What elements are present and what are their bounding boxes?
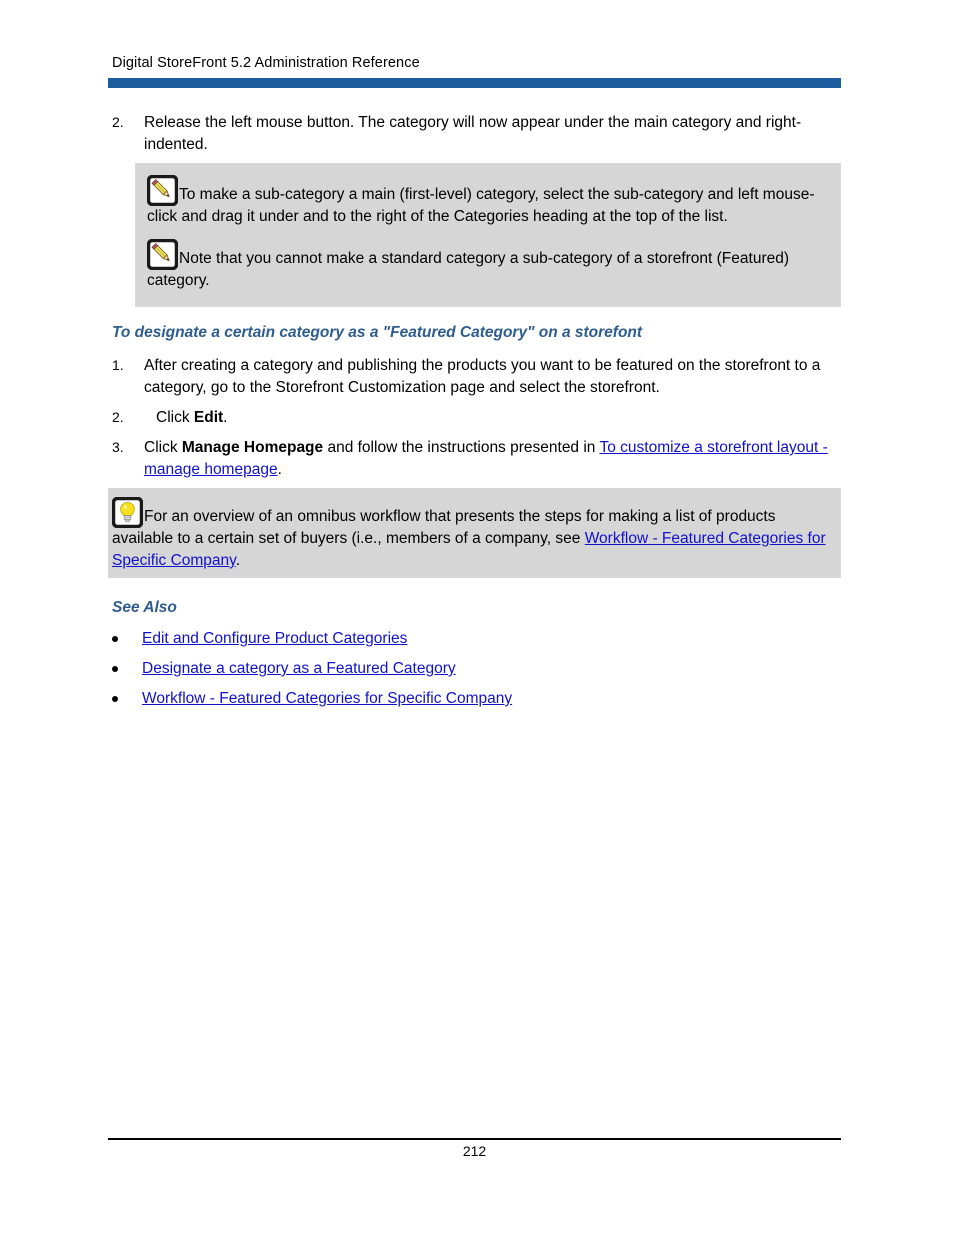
list-item: 3. Click Manage Homepage and follow the … <box>112 437 842 480</box>
step3-text-after: and follow the instructions presented in <box>323 439 600 456</box>
note-text-2: Note that you cannot make a standard cat… <box>147 250 790 289</box>
bullet-dot-icon <box>112 636 118 642</box>
list-item: Designate a category as a Featured Categ… <box>112 659 832 679</box>
list-marker: 3. <box>112 439 124 455</box>
see-also-link[interactable]: Edit and Configure Product Categories <box>142 629 407 649</box>
tip-tail: . <box>235 552 241 569</box>
list-item: 2. Click Edit. <box>112 407 842 429</box>
list-text: Click Edit. <box>144 407 842 429</box>
list-text: Click Manage Homepage and follow the ins… <box>144 437 842 480</box>
header-rule <box>108 78 841 88</box>
running-header-title: Digital StoreFront 5.2 Administration Re… <box>112 55 420 71</box>
note-text-1: To make a sub-category a main (first-lev… <box>147 186 815 225</box>
see-also-link[interactable]: Workflow - Featured Categories for Speci… <box>142 689 512 709</box>
list-item: Workflow - Featured Categories for Speci… <box>112 689 832 709</box>
bullet-dot-icon <box>112 696 118 702</box>
tip-paragraph: For an overview of an omnibus workflow t… <box>112 497 827 572</box>
list-marker: 1. <box>112 357 124 373</box>
list-item: 2. Release the left mouse button. The ca… <box>112 112 842 155</box>
document-page: Digital StoreFront 5.2 Administration Re… <box>0 0 954 1235</box>
note-pencil-icon <box>147 175 178 206</box>
note-paragraph-1: To make a sub-category a main (first-lev… <box>147 175 827 228</box>
note-paragraph-2: Note that you cannot make a standard cat… <box>147 239 827 292</box>
see-also-link[interactable]: Designate a category as a Featured Categ… <box>142 659 456 679</box>
note-pencil-icon <box>147 239 178 270</box>
lightbulb-tip-icon <box>112 497 143 528</box>
step3-text-before: Click <box>144 439 182 456</box>
step2-text-before: Click <box>156 409 194 426</box>
list-marker: 2. <box>112 114 124 130</box>
footer-rule <box>108 1138 841 1140</box>
tip-callout-box: For an overview of an omnibus workflow t… <box>108 488 841 578</box>
note-callout-box: To make a sub-category a main (first-lev… <box>135 163 841 307</box>
list-text: Release the left mouse button. The categ… <box>144 114 802 153</box>
step2-bold-term: Edit <box>193 409 224 426</box>
step3-tail: . <box>277 460 282 478</box>
list-item: 1. After creating a category and publish… <box>112 355 842 398</box>
page-number: 212 <box>462 1143 487 1159</box>
step2-tail: . <box>223 409 228 426</box>
list-text: After creating a category and publishing… <box>144 357 821 396</box>
see-also-heading: See Also <box>112 599 177 616</box>
section-heading: To designate a certain category as a "Fe… <box>112 324 643 341</box>
list-marker: 2. <box>112 409 124 425</box>
step3-bold-term: Manage Homepage <box>181 439 324 456</box>
bullet-dot-icon <box>112 666 118 672</box>
list-item: Edit and Configure Product Categories <box>112 629 832 649</box>
